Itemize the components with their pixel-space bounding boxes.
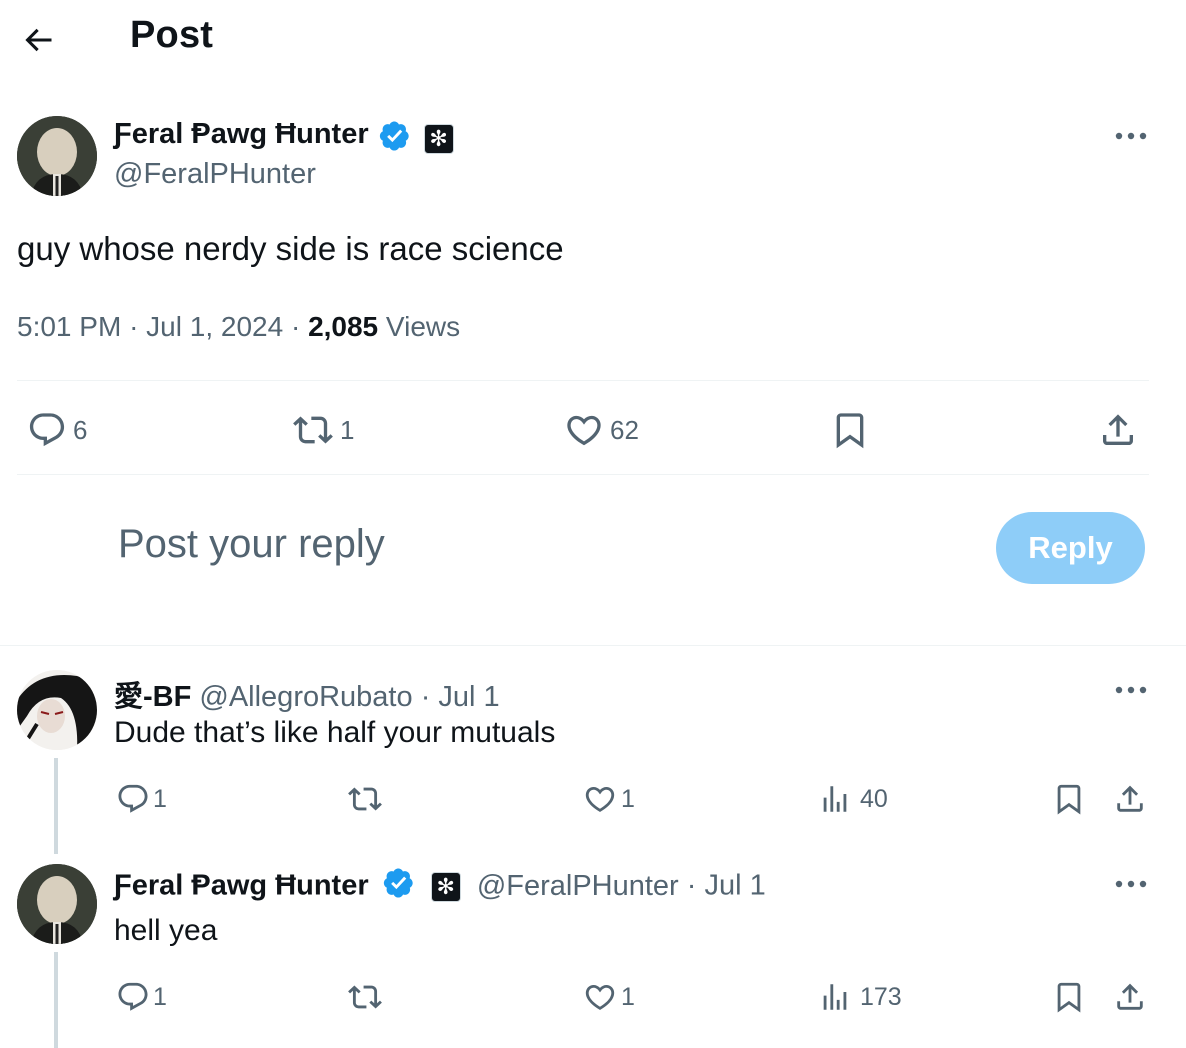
views-count: 40 — [860, 784, 888, 813]
affiliate-badge-icon: ✻ — [423, 123, 454, 154]
views-action[interactable]: 40 — [818, 782, 888, 816]
repost-action[interactable] — [346, 782, 384, 816]
views-icon — [818, 782, 852, 816]
reply-avatar[interactable] — [17, 670, 97, 750]
views-count: 2,085 — [308, 311, 379, 342]
thread-line — [54, 952, 58, 1048]
reply-header: Ƒeral Ᵽawg Ħunter ✻ @FeralPHunter · Jul … — [114, 867, 766, 907]
reply-text: Dude that’s like half your mutuals — [114, 716, 556, 749]
like-action[interactable]: 62 — [564, 410, 639, 450]
reply-icon — [116, 980, 150, 1014]
repost-icon — [346, 782, 384, 816]
bookmark-action[interactable] — [1052, 980, 1086, 1014]
share-action[interactable] — [1098, 410, 1138, 450]
reply-icon — [116, 782, 150, 816]
like-icon — [564, 410, 604, 450]
reply-icon — [27, 410, 67, 450]
divider — [17, 474, 1149, 475]
author-name[interactable]: Ƒeral Ᵽawg Ħunter — [114, 118, 369, 150]
repost-icon — [292, 410, 334, 450]
like-action[interactable]: 1 — [583, 980, 635, 1014]
author-avatar[interactable] — [17, 116, 97, 196]
thread-line — [54, 758, 58, 854]
divider — [0, 645, 1186, 646]
bookmark-action[interactable] — [830, 410, 870, 450]
reply-count: 1 — [153, 982, 167, 1011]
reply-action[interactable]: 1 — [116, 782, 167, 816]
share-action[interactable] — [1113, 980, 1147, 1014]
divider — [17, 380, 1149, 381]
bookmark-icon — [1052, 782, 1086, 816]
like-count: 62 — [610, 414, 639, 445]
reply-author-handle[interactable]: @AllegroRubato — [199, 681, 412, 713]
like-count: 1 — [621, 784, 635, 813]
reply-header: 愛-BF @AllegroRubato · Jul 1 — [114, 681, 500, 713]
more-icon[interactable] — [1114, 878, 1148, 890]
page-title: Post — [130, 14, 214, 56]
reply-button[interactable]: Reply — [996, 512, 1145, 584]
views-label: Views — [385, 311, 461, 342]
back-arrow-icon[interactable] — [20, 22, 56, 58]
more-icon[interactable] — [1114, 684, 1148, 696]
like-action[interactable]: 1 — [583, 782, 635, 816]
reply-author-name[interactable]: 愛-BF — [114, 681, 191, 713]
reply-action[interactable]: 6 — [27, 410, 87, 450]
repost-action[interactable] — [346, 980, 384, 1014]
reply-input[interactable]: Post your reply — [118, 522, 385, 567]
share-icon — [1113, 980, 1147, 1014]
reply-action[interactable]: 1 — [116, 980, 167, 1014]
share-action[interactable] — [1113, 782, 1147, 816]
repost-icon — [346, 980, 384, 1014]
views-count: 173 — [860, 982, 902, 1011]
verified-badge-icon — [383, 867, 415, 907]
post-meta: 5:01 PM · Jul 1, 2024 · 2,085 Views — [17, 311, 461, 342]
reply-author-handle[interactable]: @FeralPHunter — [477, 870, 679, 902]
like-count: 1 — [621, 982, 635, 1011]
reply-count: 1 — [153, 784, 167, 813]
post-date[interactable]: Jul 1, 2024 — [146, 311, 283, 342]
bookmark-icon — [1052, 980, 1086, 1014]
share-icon — [1098, 410, 1138, 450]
bookmark-action[interactable] — [1052, 782, 1086, 816]
verified-badge-icon — [379, 120, 411, 157]
reply-date[interactable]: Jul 1 — [705, 870, 766, 902]
share-icon — [1113, 782, 1147, 816]
post-time[interactable]: 5:01 PM — [17, 311, 121, 342]
like-icon — [583, 980, 617, 1014]
author-name-row: Ƒeral Ᵽawg Ħunter ✻ — [114, 118, 454, 157]
reply-count: 6 — [73, 414, 88, 445]
affiliate-badge-icon: ✻ — [430, 872, 461, 902]
reply-date[interactable]: Jul 1 — [438, 681, 499, 713]
author-handle[interactable]: @FeralPHunter — [114, 158, 316, 191]
more-icon[interactable] — [1114, 130, 1148, 142]
reply-text: hell yea — [114, 914, 218, 947]
views-icon — [818, 980, 852, 1014]
post-text: guy whose nerdy side is race science — [17, 230, 564, 267]
reply-avatar[interactable] — [17, 864, 97, 944]
bookmark-icon — [830, 410, 870, 450]
repost-count: 1 — [340, 414, 355, 445]
repost-action[interactable]: 1 — [292, 410, 354, 450]
views-action[interactable]: 173 — [818, 980, 902, 1014]
like-icon — [583, 782, 617, 816]
reply-author-name[interactable]: Ƒeral Ᵽawg Ħunter — [114, 870, 369, 902]
